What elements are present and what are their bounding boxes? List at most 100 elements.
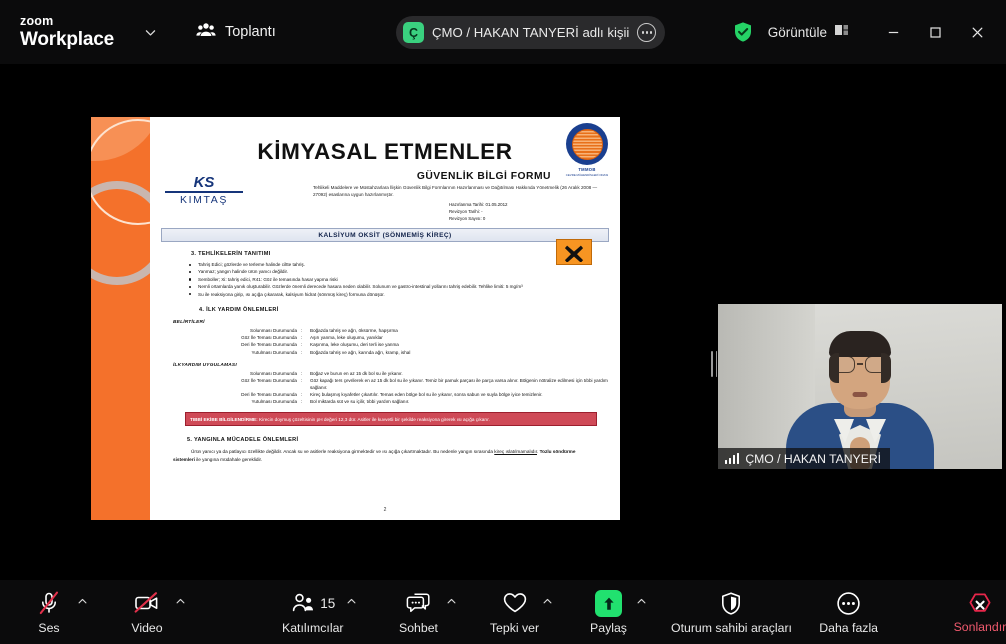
- video-control-group: Video: [122, 583, 188, 641]
- reactions-options-chevron-icon[interactable]: [540, 583, 556, 641]
- brand-workplace-text: Workplace: [20, 28, 114, 50]
- participants-control-group: 15 Katılımcılar: [282, 583, 360, 641]
- form-title: GÜVENLİK BİLGİ FORMU: [416, 171, 551, 182]
- form-meta-revision-date: Revizyon Tarihi: -: [449, 208, 483, 214]
- meeting-stage: TMMOB CEVRE MÜHENDİSLERİ ODASI KİMYASAL …: [0, 64, 1006, 580]
- row-colon: :: [301, 391, 303, 397]
- par-text-c: ile yangına müdahale gereklidir.: [194, 457, 263, 463]
- list-item: Semboller; Xi: tahriş edici, R41: Göz il…: [187, 276, 609, 283]
- tab-meeting[interactable]: Toplantı: [186, 16, 286, 49]
- meeting-toolbar: Ses Video 15 Katılımcılar Sohbet Tepki v…: [0, 580, 1006, 644]
- reactions-button[interactable]: Tepki ver: [490, 583, 540, 641]
- substance-name-band: KALSİYUM OKSİT (SÖNMEMİŞ KİREÇ): [161, 228, 609, 242]
- end-meeting-button[interactable]: Sonlandır: [954, 583, 1006, 641]
- people-group-icon: [196, 22, 216, 43]
- table-row: Yutulması Durumunda : Bol miktarda süt v…: [173, 398, 609, 405]
- chat-options-chevron-icon[interactable]: [444, 583, 460, 641]
- section-3-heading: 3. TEHLİKELERİN TANITIMI: [191, 251, 271, 257]
- chat-button[interactable]: Sohbet: [394, 583, 444, 641]
- table-row: Yutulması Durumunda : Boğazda tahriş ve …: [173, 349, 609, 356]
- table-row: Göz İle Teması Durumunda : Göz kapağı te…: [173, 377, 609, 391]
- audio-options-chevron-icon[interactable]: [74, 583, 90, 641]
- participant-name: ÇMO / HAKAN TANYERİ: [745, 451, 882, 466]
- row-key: Deri İle Teması Durumunda: [241, 342, 297, 348]
- table-row: Göz İle Teması Durumunda : Aşırı yanma, …: [173, 334, 609, 341]
- audio-control-group: Ses: [24, 583, 90, 641]
- zoom-meeting-window: zoom Workplace Toplantı Ç ÇMO / HAKAN TA…: [0, 0, 1006, 644]
- firstaid-heading: İLKYARDIM UYGULAMASI: [173, 362, 237, 368]
- view-layout-button[interactable]: Görüntüle: [768, 23, 850, 42]
- row-colon: :: [301, 328, 303, 334]
- participant-video-tile[interactable]: ÇMO / HAKAN TANYERİ: [718, 304, 1002, 469]
- window-controls-group: Görüntüle: [732, 0, 1006, 64]
- more-ellipsis-icon: [836, 590, 861, 617]
- list-item: Su ile reaksiyona girip, ısı açığa çıkar…: [187, 291, 609, 298]
- form-meta-prepared: Hazırlanma Tarihi: 01.05.2012: [449, 202, 508, 208]
- row-key: Deri İle Teması Durumunda: [241, 391, 297, 397]
- end-meeting-label: Sonlandır: [953, 620, 1006, 634]
- share-control-group: Paylaş: [584, 583, 650, 641]
- list-item: Tahriş Edici; gözlerde ve terleme halind…: [187, 261, 609, 268]
- par-underline: kireç ıslatılmamalıdır: [494, 449, 537, 455]
- warning-text: Kirecin doymuş çözeltisinin pH değeri 12…: [257, 416, 490, 422]
- kimtas-name: KIMTAŞ: [180, 193, 228, 206]
- share-options-chevron-icon[interactable]: [634, 583, 650, 641]
- layout-view-icon: [834, 23, 850, 42]
- zoom-workplace-logo: zoom Workplace: [20, 15, 114, 49]
- table-row: Deri İle Teması Durumunda : Kaşınma, lek…: [173, 341, 609, 348]
- document-side-decoration: [91, 117, 150, 520]
- video-options-chevron-icon[interactable]: [172, 583, 188, 641]
- participants-button[interactable]: 15 Katılımcılar: [282, 583, 344, 641]
- row-value: Boğazda tahriş ve ağrı, öksürme, hapşırm…: [310, 328, 398, 334]
- host-tools-shield-icon: [719, 590, 743, 617]
- reactions-control-group: Tepki ver: [490, 583, 556, 641]
- meeting-title: ÇMO / HAKAN TANYERİ adlı kişii: [432, 25, 630, 40]
- tab-meeting-label: Toplantı: [224, 24, 276, 40]
- chevron-down-icon[interactable]: [140, 21, 162, 43]
- share-button[interactable]: Paylaş: [584, 583, 634, 641]
- end-call-icon: [967, 590, 993, 616]
- video-label: Video: [131, 620, 163, 635]
- row-colon: :: [301, 399, 303, 405]
- table-row: Solunması Durumunda : Boğaz ve burun en …: [173, 370, 609, 377]
- chat-bubble-icon: [406, 590, 432, 617]
- document-title: KİMYASAL ETMENLER: [257, 139, 513, 164]
- shared-screen-area[interactable]: TMMOB CEVRE MÜHENDİSLERİ ODASI KİMYASAL …: [0, 117, 705, 520]
- kimtas-mark: KS: [193, 174, 215, 191]
- minimize-button[interactable]: [872, 0, 914, 64]
- share-label: Paylaş: [590, 620, 627, 635]
- row-colon: :: [301, 335, 303, 341]
- more-button[interactable]: Daha fazla: [819, 583, 879, 641]
- row-key: Yutulması Durumunda: [251, 349, 297, 355]
- row-value: Göz kapağı ters çevrilerek en az 15 dk b…: [310, 377, 608, 390]
- audio-button[interactable]: Ses: [24, 583, 74, 641]
- ellipsis-circle-icon[interactable]: [637, 23, 657, 42]
- row-value: Kireç bulaşmış kıyafetler çıkartılır. Te…: [310, 391, 543, 397]
- host-tools-button[interactable]: Oturum sahibi araçları: [671, 583, 792, 641]
- symptoms-table: Solunması Durumunda : Boğazda tahriş ve …: [173, 327, 609, 355]
- firstaid-table: Solunması Durumunda : Boğaz ve burun en …: [173, 370, 609, 406]
- more-label: Daha fazla: [819, 620, 879, 635]
- participants-options-chevron-icon[interactable]: [344, 583, 360, 641]
- page-number: 2: [383, 507, 387, 513]
- camera-muted-icon: [133, 590, 161, 617]
- row-value: Bol miktarda süt ve su içilir, tıbbi yar…: [310, 399, 410, 405]
- row-value: Kaşınma, leke oluşumu, deri terli ise ya…: [310, 342, 399, 348]
- video-button[interactable]: Video: [122, 583, 172, 641]
- row-colon: :: [301, 349, 303, 355]
- row-key: Yutulması Durumunda: [251, 399, 297, 405]
- table-row: Deri İle Teması Durumunda : Kireç bulaşm…: [173, 391, 609, 398]
- form-meta-revision-no: Revizyon Sayısı: 0: [449, 215, 486, 221]
- medical-warning-box: TIBBİ EKİBE BİLGİLENDİRME: Kirecin doymu…: [185, 412, 597, 427]
- title-bar: zoom Workplace Toplantı Ç ÇMO / HAKAN TA…: [0, 0, 1006, 64]
- active-meeting-pill[interactable]: Ç ÇMO / HAKAN TANYERİ adlı kişii: [396, 16, 666, 49]
- par-text-a: Ürün yanıcı ya da patlayıcı özellikte de…: [191, 449, 495, 455]
- view-label: Görüntüle: [767, 24, 827, 40]
- green-shield-check-icon[interactable]: [732, 21, 754, 43]
- maximize-button[interactable]: [914, 0, 956, 64]
- reactions-label: Tepki ver: [489, 620, 540, 635]
- close-button[interactable]: [956, 0, 998, 64]
- shared-document-page: TMMOB CEVRE MÜHENDİSLERİ ODASI KİMYASAL …: [91, 117, 620, 520]
- row-key: Solunması Durumunda: [250, 328, 297, 334]
- microphone-muted-icon: [36, 590, 62, 617]
